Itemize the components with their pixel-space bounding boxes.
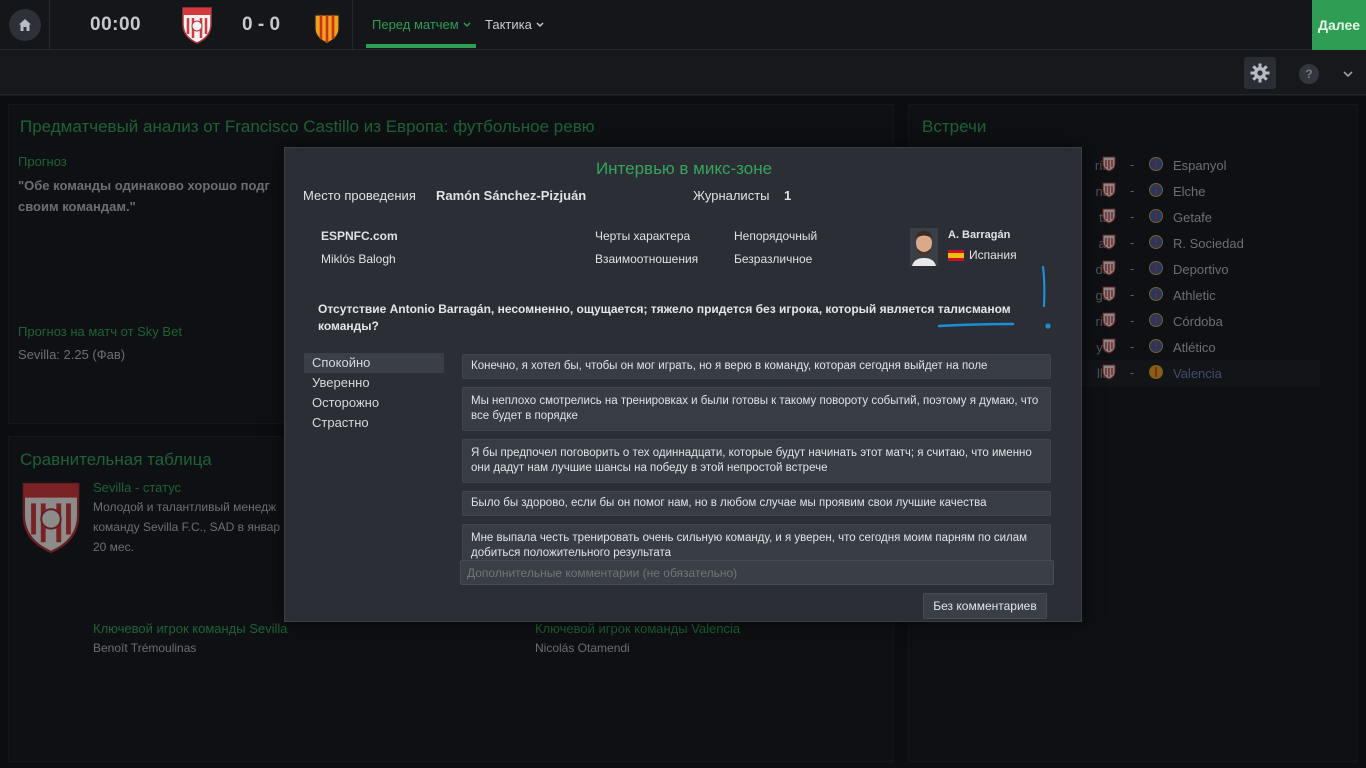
media-outlet: ESPNFC.com (321, 229, 398, 243)
venue-value: Ramón Sánchez-Pizjuán (436, 188, 587, 203)
match-clock: 00:00 (90, 14, 142, 35)
relation-value: Безразличное (734, 252, 813, 266)
toolbar (0, 51, 1366, 95)
settings-button[interactable] (1244, 57, 1276, 89)
tone-option[interactable]: Страстно (304, 413, 444, 433)
tab-pre-match-label: Перед матчем (372, 17, 459, 32)
tab-tactics[interactable]: Тактика (485, 17, 544, 32)
interview-question: Отсутствие Antonio Barragán, несомненно,… (318, 302, 1011, 333)
mixed-zone-interview-dialog: Интервью в микс-зоне Место проведения Ra… (284, 147, 1082, 622)
gear-icon (1250, 63, 1270, 83)
spain-flag-icon (948, 250, 964, 261)
next-button[interactable]: Далее (1312, 0, 1366, 50)
comment-input[interactable] (460, 560, 1054, 585)
question-icon: ? (1305, 67, 1313, 81)
chevron-down-icon (463, 22, 471, 27)
help-button[interactable]: ? (1299, 64, 1319, 84)
home-icon (19, 19, 31, 31)
answer-option[interactable]: Конечно, я хотел бы, чтобы он мог играть… (462, 354, 1051, 379)
player-name[interactable]: A. Barragán (948, 229, 1010, 241)
answer-option[interactable]: Было бы здорово, если бы он помог нам, н… (462, 491, 1051, 516)
tone-option[interactable]: Уверенно (304, 373, 444, 393)
tab-pre-match[interactable]: Перед матчем (372, 17, 471, 32)
trait-value: Непорядочный (734, 229, 818, 243)
dialog-title: Интервью в микс-зоне (595, 159, 773, 178)
trait-label: Черты характера (595, 229, 691, 243)
no-comment-button[interactable]: Без комментариев (923, 593, 1047, 619)
tone-option[interactable]: Спокойно (304, 353, 444, 373)
journalists-count: 1 (784, 188, 792, 203)
divider (49, 0, 50, 50)
player-nation: Испания (969, 248, 1017, 262)
journalist-name[interactable]: Miklós Balogh (321, 252, 396, 266)
answer-option[interactable]: Мы неплохо смотрелись на тренировках и б… (462, 387, 1051, 431)
sevilla-crest (180, 6, 214, 49)
player-avatar[interactable] (910, 228, 938, 266)
tab-tactics-label: Тактика (485, 17, 532, 32)
menu-button[interactable] (1338, 64, 1358, 84)
divider (352, 0, 353, 50)
chevron-down-icon (536, 22, 544, 27)
active-tab-indicator (366, 44, 476, 48)
tone-option[interactable]: Осторожно (304, 393, 444, 413)
valencia-crest (310, 6, 344, 49)
home-button[interactable] (9, 9, 41, 41)
relation-label: Взаимоотношения (595, 252, 699, 266)
chevron-down-icon (1343, 70, 1353, 77)
journalists-label: Журналисты (693, 188, 770, 203)
venue-label: Место проведения (303, 188, 416, 203)
match-score: 0 - 0 (242, 14, 281, 35)
answer-option[interactable]: Я бы предпочел поговорить о тех одиннадц… (462, 439, 1051, 483)
answer-list: Конечно, я хотел бы, чтобы он мог играть… (462, 354, 1051, 576)
tone-selector: Спокойно Уверенно Осторожно Страстно (304, 353, 444, 433)
top-bar: 00:00 0 - 0 Перед матчем Тактика Далее (0, 0, 1366, 50)
